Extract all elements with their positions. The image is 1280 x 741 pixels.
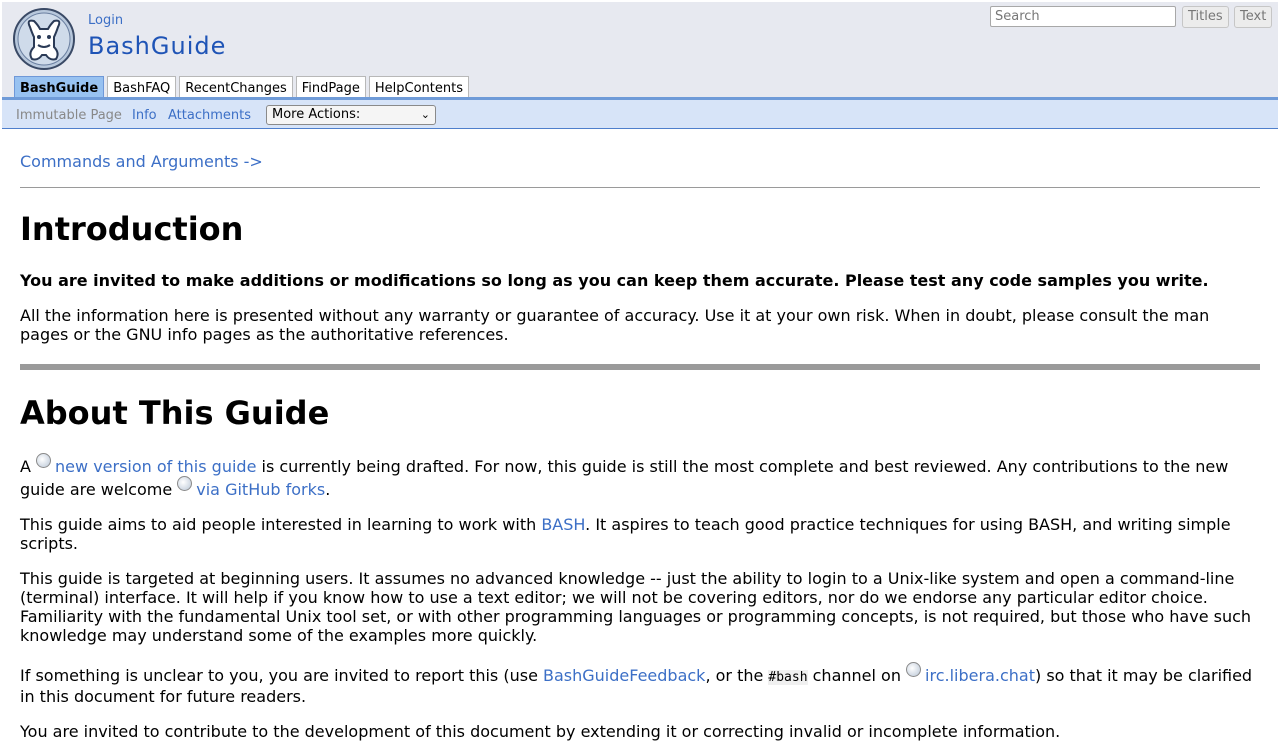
chevron-down-icon: ⌄ (420, 108, 430, 121)
attachments-link[interactable]: Attachments (168, 108, 251, 123)
text: This guide aims to aid people interested… (20, 515, 542, 534)
bashguidefeedback-link[interactable]: BashGuideFeedback (543, 666, 705, 685)
search-input[interactable]: Search (990, 6, 1176, 27)
page-actions-bar: Immutable Page Info Attachments More Act… (2, 100, 1278, 129)
bash-link[interactable]: BASH (541, 515, 585, 534)
paragraph-feedback: If something is unclear to you, you are … (20, 662, 1260, 706)
more-actions-select[interactable]: More Actions: ⌄ (266, 105, 436, 125)
info-link[interactable]: Info (132, 108, 157, 123)
text: channel on (807, 666, 907, 685)
text: . (325, 480, 331, 499)
text-search-button[interactable]: Text (1234, 6, 1273, 28)
text: If something is unclear to you, you are … (20, 666, 543, 685)
section-divider (20, 364, 1260, 370)
external-link-icon (36, 453, 52, 468)
bash-channel-code: #bash (768, 670, 808, 685)
paragraph-new-version: A new version of this guide is currently… (20, 453, 1260, 499)
heading-introduction: Introduction (20, 210, 244, 248)
text: , or the (705, 666, 769, 685)
divider (20, 187, 1260, 188)
titles-search-button[interactable]: Titles (1182, 6, 1229, 28)
external-link-icon (177, 476, 193, 491)
site-header: Login BashGuide Search Titles Text BashG… (2, 2, 1278, 101)
new-version-link[interactable]: new version of this guide (55, 457, 256, 476)
moinmoin-logo-icon[interactable] (12, 7, 76, 71)
external-link-icon (906, 662, 922, 677)
intro-paragraph: All the information here is presented wi… (20, 306, 1210, 344)
heading-about-this-guide: About This Guide (20, 394, 330, 432)
github-forks-link[interactable]: via GitHub forks (196, 480, 325, 499)
text: A (20, 457, 37, 476)
more-actions-label: More Actions: (272, 107, 361, 122)
login-link[interactable]: Login (88, 13, 123, 28)
paragraph-aims: This guide aims to aid people interested… (20, 515, 1260, 553)
immutable-page-label: Immutable Page (16, 108, 122, 123)
intro-bold-paragraph: You are invited to make additions or mod… (20, 271, 1209, 290)
irc-libera-link[interactable]: irc.libera.chat (925, 666, 1035, 685)
paragraph-contribute: You are invited to contribute to the dev… (20, 722, 1061, 741)
paragraph-targeted: This guide is targeted at beginning user… (20, 569, 1252, 645)
page-content: Commands and Arguments -> Introduction Y… (20, 150, 1260, 741)
site-title[interactable]: BashGuide (88, 32, 226, 60)
next-page-link[interactable]: Commands and Arguments -> (20, 152, 1260, 171)
